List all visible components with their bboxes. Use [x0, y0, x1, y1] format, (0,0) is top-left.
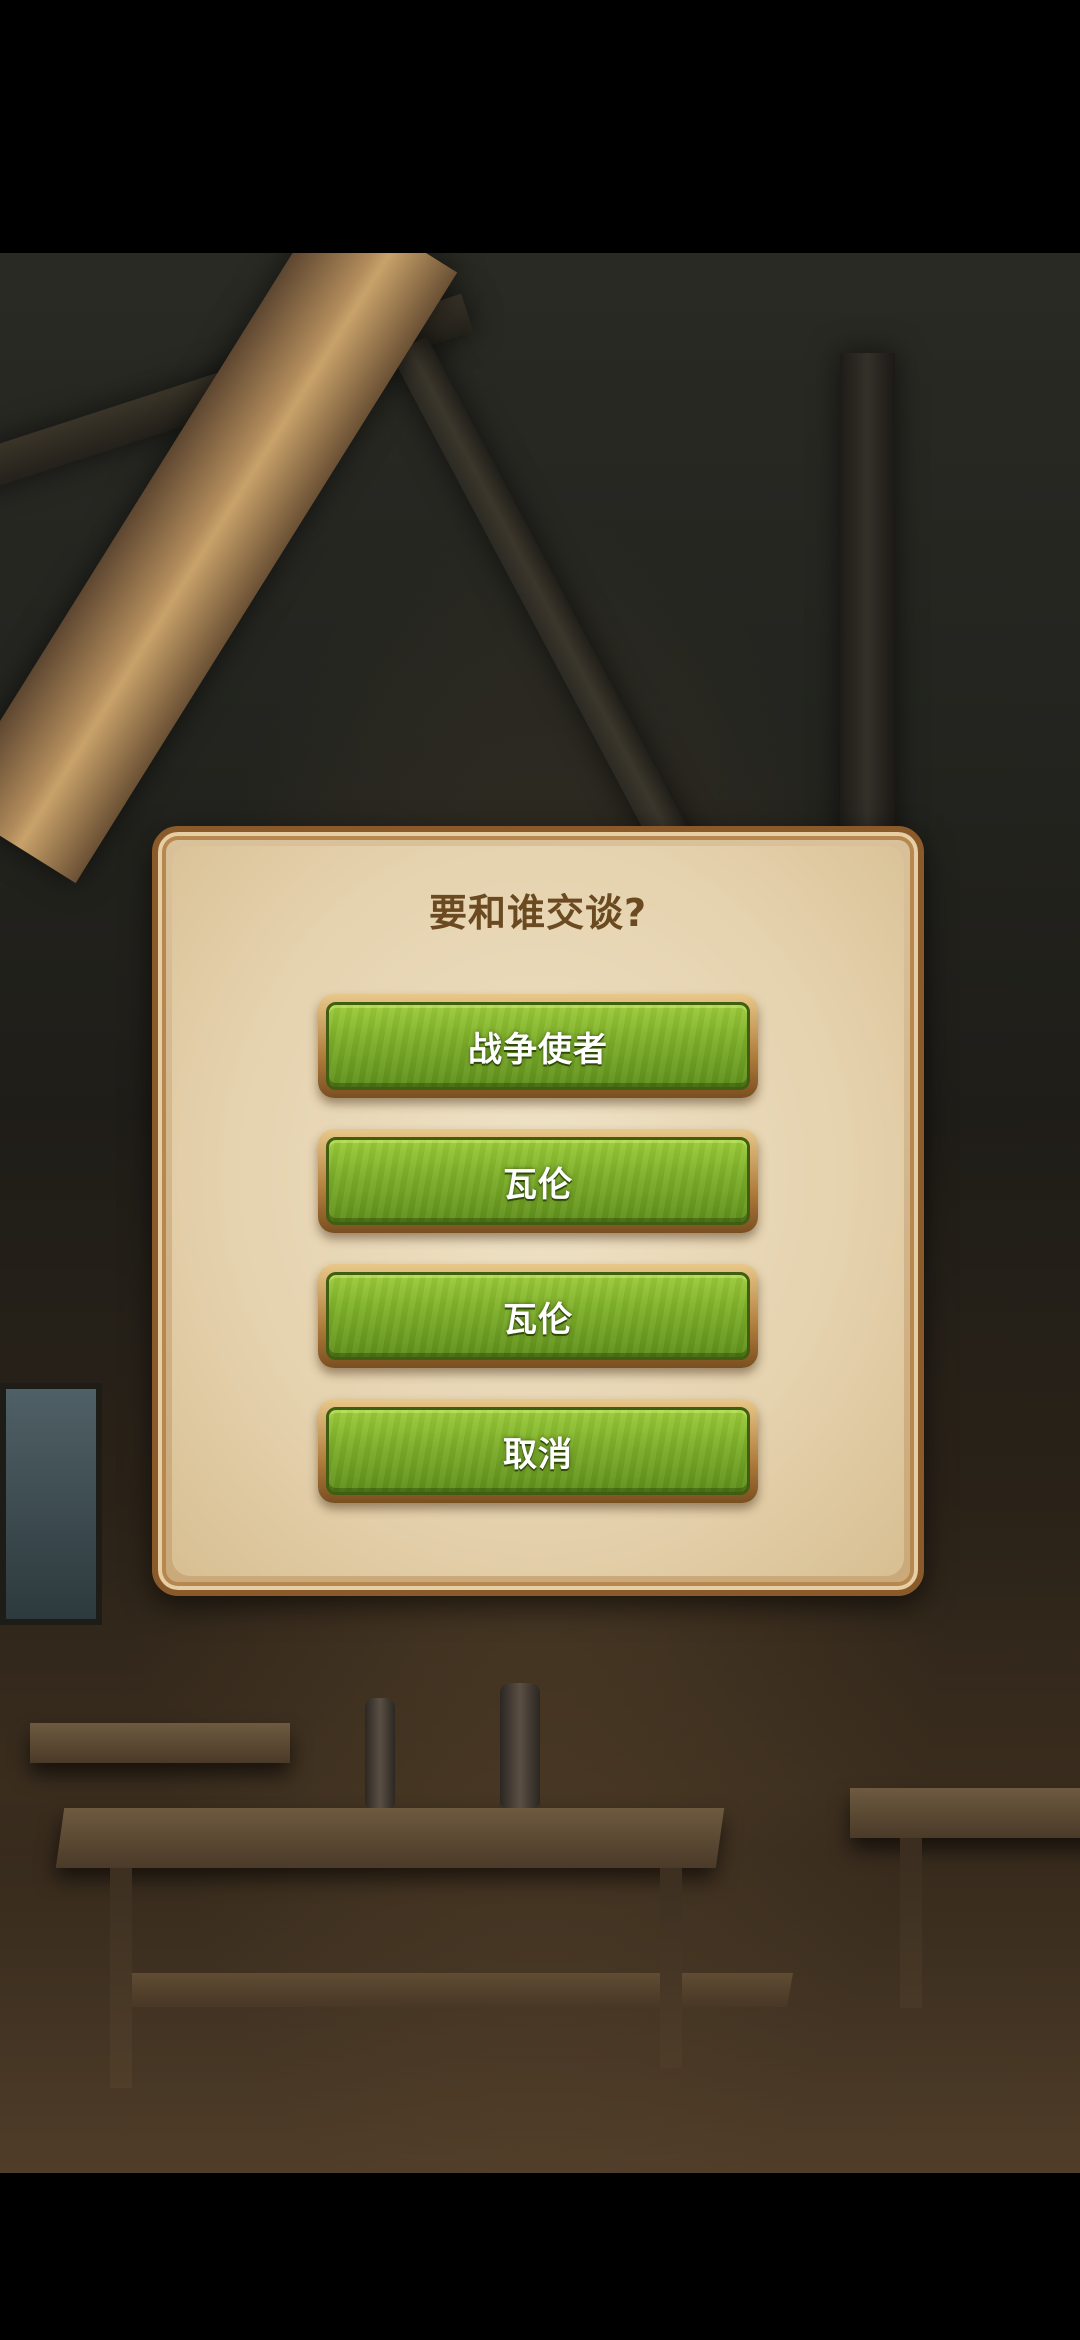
bottle [500, 1683, 540, 1808]
game-screen: 要和谁交谈? 战争使者 瓦伦 瓦伦 取消 [0, 0, 1080, 2340]
option-button-walen-1[interactable]: 瓦伦 [318, 1129, 758, 1233]
button-face: 取消 [326, 1407, 750, 1495]
button-face: 战争使者 [326, 1002, 750, 1090]
talk-dialog: 要和谁交谈? 战争使者 瓦伦 瓦伦 取消 [152, 826, 924, 1596]
tavern-window [0, 1383, 102, 1625]
tavern-table [30, 1723, 290, 1763]
cancel-button[interactable]: 取消 [318, 1399, 758, 1503]
tavern-floor [0, 1853, 1080, 2173]
button-face: 瓦伦 [326, 1137, 750, 1225]
button-label: 战争使者 [468, 1029, 608, 1070]
bottle [365, 1698, 395, 1808]
button-label: 取消 [503, 1434, 573, 1475]
option-button-war-envoy[interactable]: 战争使者 [318, 994, 758, 1098]
button-label: 瓦伦 [503, 1299, 573, 1340]
tavern-table [850, 1788, 1080, 1838]
ceiling-beam [0, 253, 458, 884]
dialog-title: 要和谁交谈? [428, 891, 648, 935]
button-face: 瓦伦 [326, 1272, 750, 1360]
button-label: 瓦伦 [503, 1164, 573, 1205]
option-button-walen-2[interactable]: 瓦伦 [318, 1264, 758, 1368]
